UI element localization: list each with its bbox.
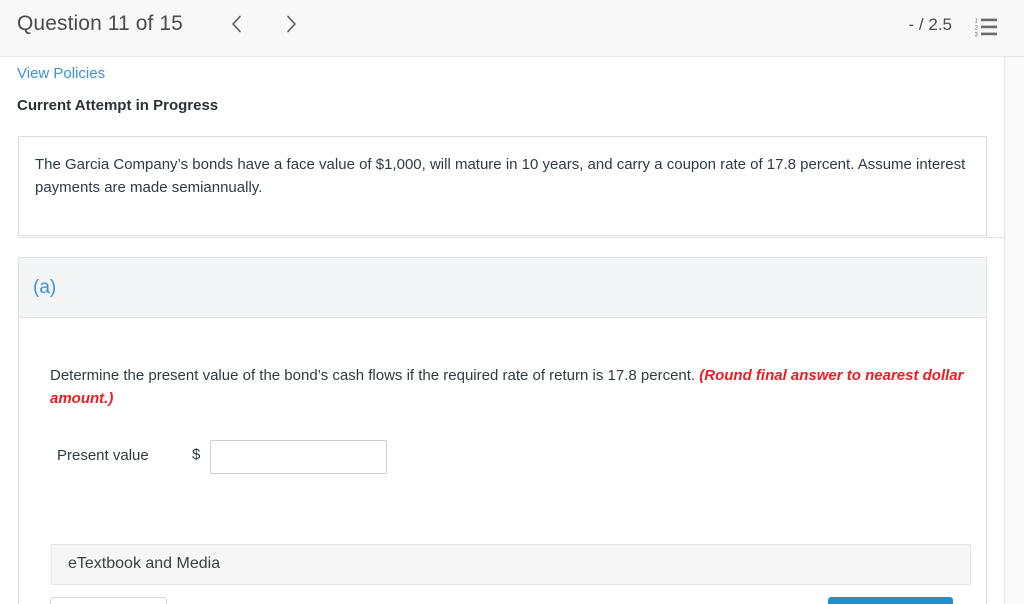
part-a-label: (a) bbox=[33, 277, 57, 298]
chevron-left-icon bbox=[231, 15, 242, 33]
question-part-a: (a) Determine the present value of the b… bbox=[18, 257, 987, 604]
part-a-header: (a) bbox=[19, 258, 986, 318]
attempt-status-label: Current Attempt in Progress bbox=[17, 97, 219, 114]
score-display: - / 2.5 bbox=[908, 15, 952, 34]
section-divider bbox=[18, 237, 1004, 238]
chevron-right-icon bbox=[286, 15, 297, 33]
etextbook-and-media-bar[interactable]: eTextbook and Media bbox=[51, 544, 971, 585]
question-content-panel: View Policies Current Attempt in Progres… bbox=[0, 57, 1005, 604]
present-value-label: Present value bbox=[57, 447, 149, 464]
etextbook-and-media-label: eTextbook and Media bbox=[68, 555, 221, 572]
question-stem-text: The Garcia Company’s bonds have a face v… bbox=[35, 156, 966, 196]
present-value-input[interactable] bbox=[210, 440, 387, 474]
next-question-button[interactable] bbox=[278, 11, 304, 37]
previous-question-button[interactable] bbox=[223, 11, 249, 37]
save-for-later-button[interactable]: Save for Later bbox=[50, 597, 167, 604]
svg-text:2: 2 bbox=[975, 26, 979, 32]
present-value-answer-row: Present value $ bbox=[19, 439, 986, 479]
svg-text:1: 1 bbox=[975, 19, 979, 25]
question-actions-bar: Save for Later Attempts: 0 of 2 used Sub… bbox=[19, 597, 986, 604]
scrollbar-rail[interactable] bbox=[1005, 57, 1024, 604]
question-page: Question 11 of 15 - / 2.5 1 2 3 View Pol… bbox=[0, 0, 1024, 604]
submit-answer-button[interactable]: Submit Answer bbox=[828, 597, 953, 604]
part-a-prompt: Determine the present value of the bond’… bbox=[50, 364, 980, 410]
page-title: Question 11 of 15 bbox=[17, 12, 183, 35]
currency-symbol: $ bbox=[192, 446, 201, 463]
prompt-main-text: Determine the present value of the bond’… bbox=[50, 367, 700, 384]
numbered-list-icon[interactable]: 1 2 3 bbox=[974, 15, 998, 39]
svg-text:3: 3 bbox=[975, 33, 979, 39]
question-header-bar: Question 11 of 15 - / 2.5 1 2 3 bbox=[0, 0, 1024, 57]
view-policies-link[interactable]: View Policies bbox=[17, 65, 105, 82]
question-stem-box: The Garcia Company’s bonds have a face v… bbox=[18, 136, 987, 236]
part-a-body: Determine the present value of the bond’… bbox=[19, 318, 986, 604]
